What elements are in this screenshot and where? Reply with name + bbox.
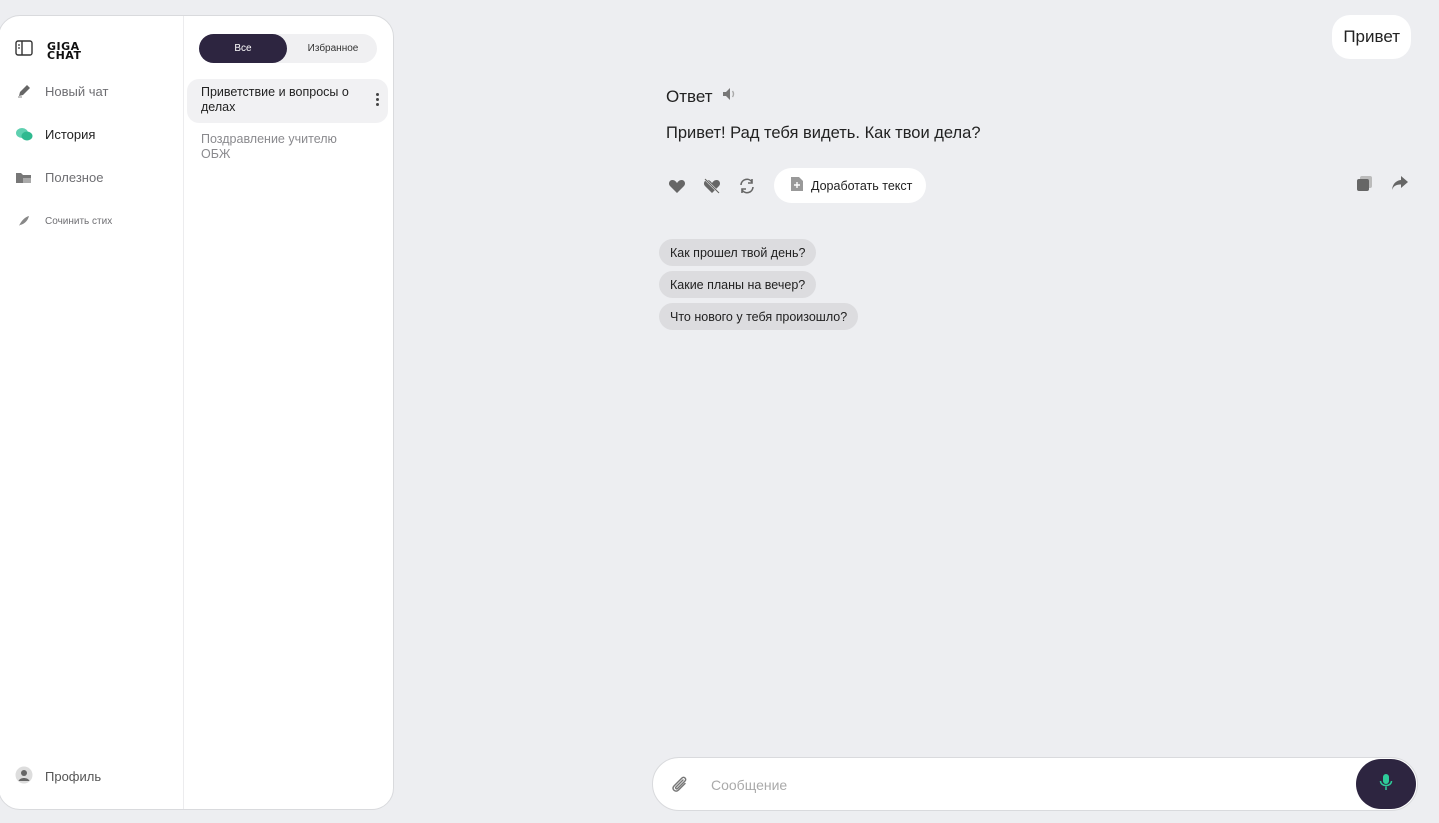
answer-text: Привет! Рад тебя видеть. Как твои дела? <box>666 124 981 142</box>
document-edit-icon <box>790 176 804 195</box>
history-column: Все Избранное Приветствие и вопросы о де… <box>185 16 393 809</box>
answer-actions: Доработать текст <box>666 168 927 203</box>
more-options-icon[interactable] <box>376 93 380 108</box>
sidebar-toggle-icon[interactable] <box>15 40 33 61</box>
share-icon[interactable] <box>1391 175 1409 197</box>
message-input[interactable] <box>709 772 1333 798</box>
microphone-button[interactable] <box>1356 759 1416 809</box>
message-composer <box>652 757 1418 811</box>
folder-icon <box>15 168 33 186</box>
history-item[interactable]: Поздравление учителю ОБЖ <box>187 126 388 168</box>
refine-text-button[interactable]: Доработать текст <box>774 168 927 203</box>
nav-history[interactable]: История <box>15 125 95 143</box>
nav-profile[interactable]: Профиль <box>15 766 101 787</box>
answer-secondary-actions <box>1356 175 1409 197</box>
pencil-icon <box>15 82 33 100</box>
answer-title: Ответ <box>666 86 713 106</box>
sidebar-panel: GIGA CHAT Новый чат История Полезное Соч… <box>0 15 394 810</box>
history-filter-toggle: Все Избранное <box>199 34 377 63</box>
nav-write-poem[interactable]: Сочинить стих <box>15 212 112 230</box>
nav-new-chat[interactable]: Новый чат <box>15 82 108 100</box>
gigachat-logo[interactable]: GIGA CHAT <box>47 41 81 61</box>
microphone-icon <box>1379 773 1393 796</box>
regenerate-icon[interactable] <box>736 175 758 197</box>
chat-bubbles-icon <box>15 125 33 143</box>
suggestion-chip[interactable]: Как прошел твой день? <box>659 239 817 266</box>
tab-favorites[interactable]: Избранное <box>289 34 377 63</box>
speaker-icon[interactable] <box>721 86 739 107</box>
like-heart-icon[interactable] <box>666 175 688 197</box>
nav-useful[interactable]: Полезное <box>15 168 103 186</box>
paperclip-icon[interactable] <box>669 774 689 799</box>
sidebar-header: GIGA CHAT <box>15 40 81 61</box>
dislike-heart-icon[interactable] <box>701 175 723 197</box>
suggestion-chip[interactable]: Какие планы на вечер? <box>659 271 817 298</box>
user-icon <box>15 766 33 787</box>
feather-icon <box>15 212 33 230</box>
history-item-selected[interactable]: Приветствие и вопросы о делах <box>187 79 388 123</box>
user-message-bubble: Привет <box>1332 15 1411 59</box>
suggestion-chip[interactable]: Что нового у тебя произошло? <box>659 303 859 330</box>
sidebar-nav: GIGA CHAT Новый чат История Полезное Соч… <box>0 16 184 809</box>
copy-icon[interactable] <box>1356 175 1373 197</box>
answer-header: Ответ <box>666 86 739 107</box>
tab-all[interactable]: Все <box>199 34 287 63</box>
